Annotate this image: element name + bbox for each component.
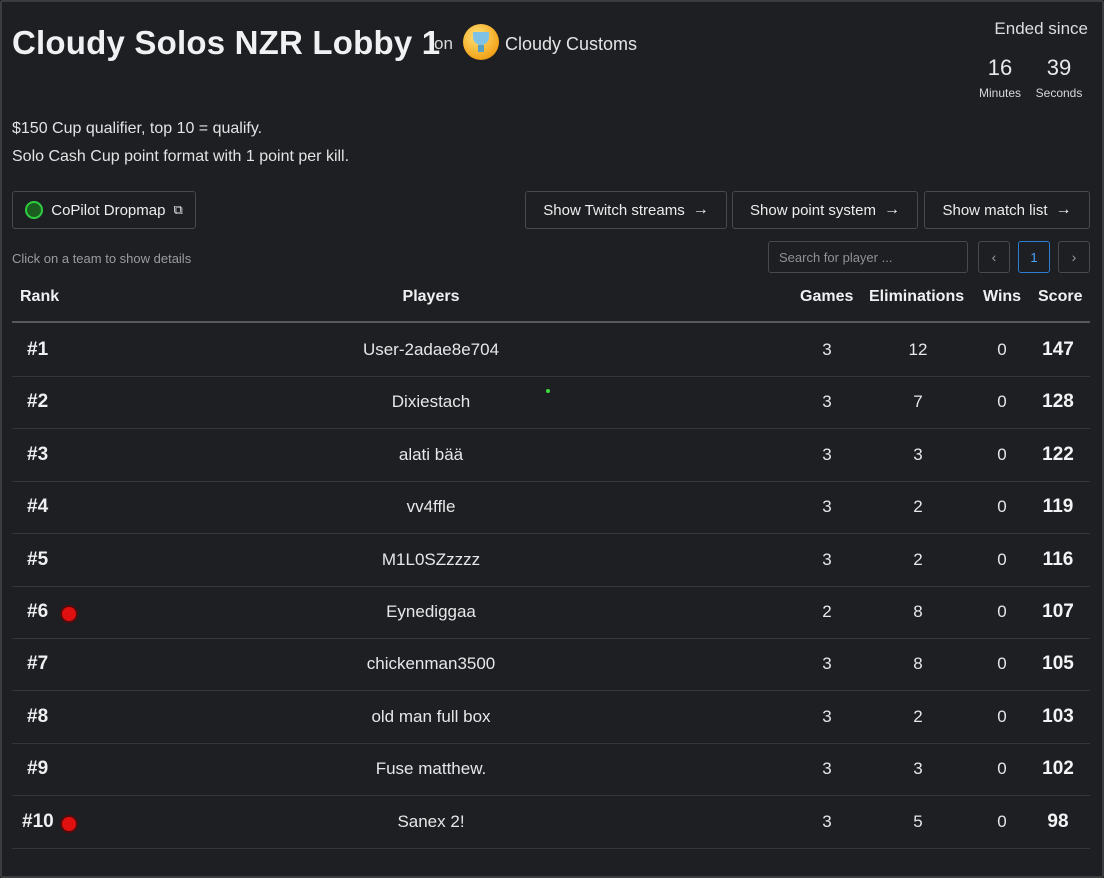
- table-row[interactable]: #4 vv4ffle 3 2 0 119: [12, 481, 1090, 535]
- status-dot: [546, 389, 550, 393]
- score-cell: 119: [1042, 496, 1074, 518]
- ended-label: Ended since: [994, 19, 1088, 38]
- table-row[interactable]: #6 Eynediggaa 2 8 0 107: [12, 586, 1090, 639]
- table-row[interactable]: #1 User-2adae8e704 3 12 0 147: [12, 324, 1090, 377]
- table-row[interactable]: #5 M1L0SZzzzz 3 2 0 116: [12, 534, 1090, 587]
- games-cell: 3: [822, 706, 832, 726]
- score-cell: 105: [1042, 653, 1074, 675]
- table-row[interactable]: #8 old man full box 3 2 0 103: [12, 691, 1090, 744]
- show-twitch-streams-button[interactable]: Show Twitch streams →: [525, 191, 727, 229]
- player-name-cell: alati bää: [398, 444, 464, 464]
- table-row[interactable]: #9 Fuse matthew. 3 3 0 102: [12, 743, 1090, 797]
- eliminations-cell: 3: [913, 444, 923, 464]
- score-cell: 98: [1047, 810, 1069, 832]
- on-label: on: [434, 34, 453, 53]
- eliminations-cell: 8: [913, 654, 923, 674]
- games-cell: 2: [822, 602, 832, 621]
- games-cell: 3: [822, 811, 832, 831]
- player-name-cell: Fuse matthew.: [375, 759, 487, 779]
- eliminations-cell: 3: [913, 759, 923, 779]
- player-name-cell: Eynediggaa: [386, 602, 476, 621]
- copilot-logo-icon: [25, 201, 44, 219]
- arrow-right-icon: →: [692, 201, 709, 218]
- player-name-cell: User-2adae8e704: [362, 340, 500, 359]
- tournament-panel: Cloudy Solos NZR Lobby 1 on Cloudy Custo…: [0, 0, 1104, 878]
- arrow-right-icon: →: [883, 201, 900, 218]
- timer-seconds-value: 39: [1046, 55, 1072, 80]
- copilot-dropmap-button[interactable]: CoPilot Dropmap ⧉: [12, 191, 196, 229]
- player-name-cell: Sanex 2!: [397, 811, 465, 831]
- eliminations-cell: 2: [913, 549, 923, 569]
- games-cell: 3: [822, 392, 832, 412]
- table-row[interactable]: #2 Dixiestach 3 7 0 128: [12, 376, 1090, 430]
- copilot-dropmap-label: CoPilot Dropmap: [51, 201, 166, 219]
- player-name-cell: chickenman3500: [366, 654, 496, 674]
- column-header-players[interactable]: Players: [12, 288, 850, 306]
- score-cell: 128: [1042, 391, 1074, 413]
- column-header-eliminations[interactable]: Eliminations: [869, 288, 964, 306]
- show-twitch-streams-label: Show Twitch streams: [543, 201, 685, 219]
- wins-cell: 0: [997, 706, 1007, 726]
- wins-cell: 0: [997, 497, 1007, 517]
- wins-cell: 0: [997, 811, 1007, 831]
- show-point-system-button[interactable]: Show point system →: [732, 191, 918, 229]
- pagination-next-button[interactable]: ›: [1058, 241, 1090, 273]
- score-cell: 103: [1042, 705, 1074, 727]
- wins-cell: 0: [997, 759, 1007, 779]
- pagination-prev-button[interactable]: ‹: [978, 241, 1010, 273]
- show-match-list-label: Show match list: [942, 201, 1048, 219]
- wins-cell: 0: [997, 340, 1007, 359]
- organizer-link[interactable]: Cloudy Customs: [505, 34, 637, 55]
- arrow-right-icon: →: [1055, 201, 1072, 218]
- eliminations-cell: 5: [913, 811, 923, 831]
- eliminations-cell: 2: [913, 706, 923, 726]
- page-title: Cloudy Solos NZR Lobby 1: [12, 24, 441, 61]
- live-indicator-icon[interactable]: [62, 816, 76, 831]
- column-header-wins[interactable]: Wins: [983, 288, 1021, 306]
- eliminations-cell: 8: [913, 602, 923, 621]
- score-cell: 116: [1042, 548, 1074, 570]
- show-point-system-label: Show point system: [750, 201, 876, 219]
- player-search-input[interactable]: [768, 241, 968, 273]
- column-header-games[interactable]: Games: [800, 288, 853, 306]
- games-cell: 3: [822, 444, 832, 464]
- score-cell: 102: [1042, 758, 1074, 780]
- eliminations-cell: 2: [913, 497, 923, 517]
- player-name-cell: old man full box: [371, 706, 491, 726]
- column-header-score[interactable]: Score: [1038, 288, 1082, 306]
- player-name-cell: vv4ffle: [406, 497, 456, 517]
- timer-seconds-label: Seconds: [1035, 86, 1083, 100]
- wins-cell: 0: [997, 654, 1007, 674]
- external-link-icon: ⧉: [173, 202, 183, 217]
- games-cell: 3: [822, 654, 832, 674]
- pagination-page-1[interactable]: 1: [1018, 241, 1050, 273]
- score-cell: 147: [1042, 339, 1074, 360]
- games-cell: 3: [822, 340, 832, 359]
- games-cell: 3: [822, 759, 832, 779]
- eliminations-cell: 12: [908, 340, 928, 359]
- live-indicator-icon[interactable]: [62, 607, 76, 621]
- player-name-cell: Dixiestach: [391, 392, 471, 412]
- show-match-list-button[interactable]: Show match list →: [924, 191, 1090, 229]
- timer-minutes-value: 16: [987, 55, 1013, 80]
- timer-minutes-label: Minutes: [978, 86, 1022, 100]
- score-cell: 122: [1042, 443, 1074, 465]
- wins-cell: 0: [997, 444, 1007, 464]
- table-header-divider: [12, 321, 1090, 323]
- table-row[interactable]: #7 chickenman3500 3 8 0 105: [12, 638, 1090, 692]
- score-cell: 107: [1042, 601, 1074, 622]
- table-row[interactable]: #10 Sanex 2! 3 5 0 98: [12, 796, 1090, 849]
- description-line-1: $150 Cup qualifier, top 10 = qualify.: [12, 120, 263, 137]
- trophy-logo-icon[interactable]: [463, 24, 499, 60]
- click-hint: Click on a team to show details: [12, 251, 192, 266]
- description-line-2: Solo Cash Cup point format with 1 point …: [12, 148, 350, 165]
- eliminations-cell: 7: [913, 392, 923, 412]
- wins-cell: 0: [997, 549, 1007, 569]
- wins-cell: 0: [997, 392, 1007, 412]
- games-cell: 3: [822, 497, 832, 517]
- games-cell: 3: [822, 549, 832, 569]
- wins-cell: 0: [997, 602, 1007, 621]
- table-row[interactable]: #3 alati bää 3 3 0 122: [12, 429, 1090, 482]
- player-name-cell: M1L0SZzzzz: [381, 549, 481, 569]
